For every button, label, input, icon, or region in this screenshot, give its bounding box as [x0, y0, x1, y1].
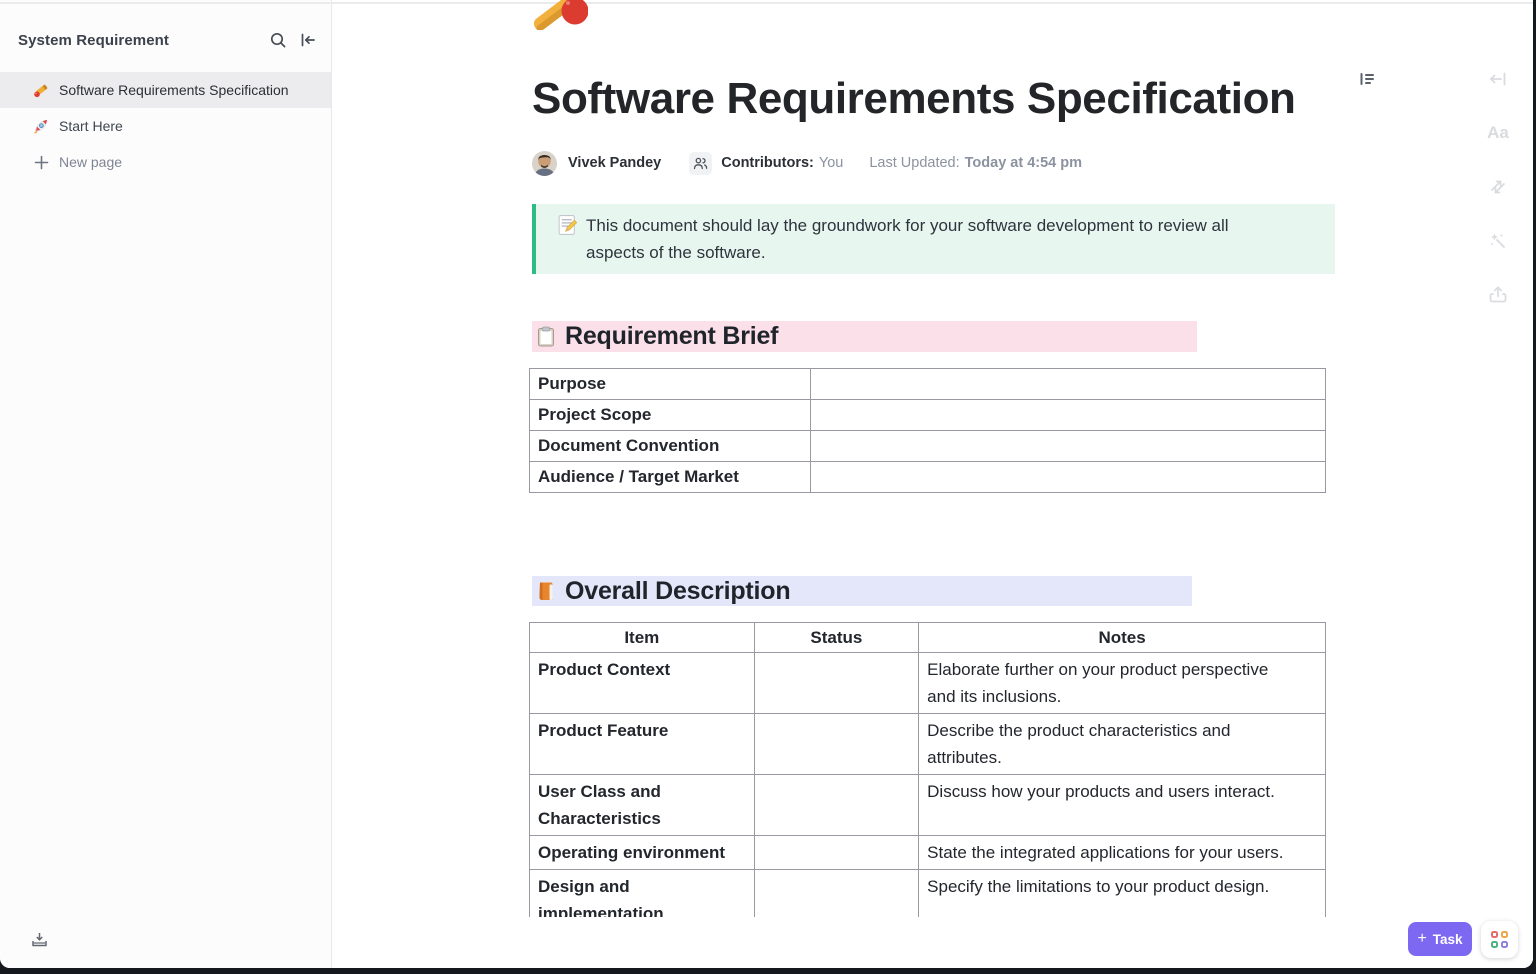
- doc-byline: Vivek Pandey Contributors: You Last Upda…: [532, 150, 1326, 176]
- plus-icon: [33, 154, 49, 170]
- overall-description-table: Item Status Notes Product Context Elabor…: [529, 622, 1326, 917]
- row-label[interactable]: Document Convention: [529, 430, 811, 462]
- row-label[interactable]: Purpose: [529, 368, 811, 400]
- last-updated-value: Today at 4:54 pm: [964, 155, 1083, 171]
- add-task-button[interactable]: + Task: [1408, 922, 1472, 956]
- search-icon[interactable]: [269, 31, 287, 49]
- sidebar-item-label: Software Requirements Specification: [59, 82, 289, 98]
- section-heading-requirement-brief[interactable]: Requirement Brief: [532, 321, 1197, 352]
- column-header[interactable]: Status: [753, 622, 920, 653]
- new-page-label: New page: [59, 154, 123, 170]
- callout-banner[interactable]: This document should lay the groundwork …: [532, 204, 1335, 274]
- sidebar-item-label: Start Here: [59, 118, 123, 134]
- table-row: Document Convention: [529, 430, 1326, 462]
- last-updated-label: Last Updated:: [869, 155, 960, 171]
- template-import-icon[interactable]: [30, 930, 50, 950]
- apps-grid-button[interactable]: [1481, 921, 1518, 958]
- sidebar-new-page[interactable]: New page: [0, 144, 331, 180]
- row-value[interactable]: [810, 430, 1326, 462]
- rocket-emoji: [33, 118, 49, 134]
- table-row: Purpose: [529, 368, 1326, 400]
- sidebar-item-software-requirements-specification[interactable]: Software Requirements Specification: [0, 72, 331, 108]
- memo-emoji: [556, 214, 578, 236]
- table-row: Product Context Elaborate further on you…: [529, 652, 1326, 714]
- callout-text: This document should lay the groundwork …: [586, 216, 1229, 262]
- doc-icon-cricket-bat-and-ball[interactable]: [532, 0, 589, 32]
- column-header[interactable]: Notes: [918, 622, 1326, 653]
- author-avatar[interactable]: [532, 150, 557, 176]
- collapse-sidebar-icon[interactable]: [299, 31, 317, 49]
- column-header[interactable]: Item: [529, 622, 755, 653]
- table-row: Audience / Target Market: [529, 461, 1326, 493]
- page-title[interactable]: Software Requirements Specification: [532, 75, 1326, 123]
- sidebar-title: System Requirement: [18, 31, 170, 49]
- contributors-icon[interactable]: [689, 151, 713, 175]
- sidebar-header: System Requirement: [0, 8, 331, 72]
- row-value[interactable]: [810, 399, 1326, 431]
- app-window: System Requirement Software Requirements…: [0, 0, 1533, 968]
- contributors-value[interactable]: You: [819, 155, 843, 171]
- table-row: User Class and Characteristics Discuss h…: [529, 774, 1326, 836]
- sidebar-item-start-here[interactable]: Start Here: [0, 108, 331, 144]
- table-row: Operating environment State the integrat…: [529, 835, 1326, 870]
- apps-grid-icon: [1491, 931, 1508, 948]
- section-heading-overall-description[interactable]: Overall Description: [532, 576, 1192, 606]
- contributors-label: Contributors:: [721, 155, 814, 171]
- row-value[interactable]: [810, 368, 1326, 400]
- document-area: Software Requirements Specification Vive…: [332, 0, 1533, 968]
- row-label[interactable]: Project Scope: [529, 399, 811, 431]
- cricket-bat-emoji: [33, 82, 49, 98]
- table-header-row: Item Status Notes: [529, 622, 1326, 653]
- sidebar-pages: Software Requirements Specification Star…: [0, 72, 331, 180]
- requirement-brief-table: Purpose Project Scope Document Conventio…: [529, 368, 1326, 493]
- sidebar: System Requirement Software Requirements…: [0, 0, 332, 968]
- row-value[interactable]: [810, 461, 1326, 493]
- orange-book-emoji: [535, 580, 557, 602]
- clipboard-emoji: [535, 326, 557, 348]
- plus-icon: +: [1417, 929, 1427, 947]
- row-label[interactable]: Audience / Target Market: [529, 461, 811, 493]
- document-scroll-region[interactable]: Software Requirements Specification Vive…: [332, 0, 1533, 917]
- table-row: Product Feature Describe the product cha…: [529, 713, 1326, 775]
- table-row: Design and implementation Specify the li…: [529, 869, 1326, 917]
- task-button-label: Task: [1432, 931, 1463, 947]
- table-row: Project Scope: [529, 399, 1326, 431]
- author-name[interactable]: Vivek Pandey: [568, 155, 661, 171]
